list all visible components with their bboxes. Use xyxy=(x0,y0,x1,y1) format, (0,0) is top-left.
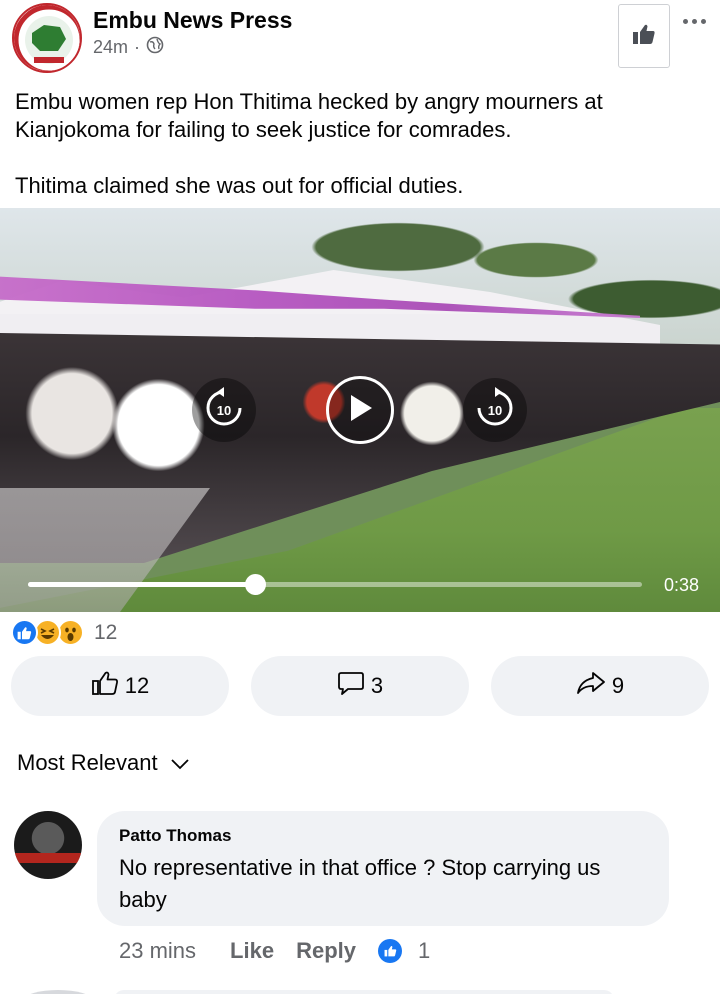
thumbs-up-outline-icon xyxy=(91,670,119,702)
comment-count: 3 xyxy=(370,673,384,698)
video-progress-bar[interactable] xyxy=(28,574,642,595)
comment-button[interactable]: 3 xyxy=(251,656,469,716)
rewind-seconds: 10 xyxy=(216,402,232,418)
like-reaction-icon xyxy=(11,619,38,646)
comment-meta: 23 mins Like Reply 1 xyxy=(119,938,430,964)
globe-icon xyxy=(146,36,164,59)
chevron-down-icon xyxy=(170,750,190,776)
page-avatar[interactable] xyxy=(12,3,82,73)
forward-seconds: 10 xyxy=(487,402,503,418)
play-button[interactable] xyxy=(326,376,394,444)
comment-bubble[interactable]: Patto Thomas No representative in that o… xyxy=(97,811,669,926)
video-progress-fill xyxy=(28,582,256,587)
meta-separator: · xyxy=(134,37,141,57)
video-time-remaining: 0:38 xyxy=(664,575,700,595)
share-arrow-icon xyxy=(576,671,606,701)
post-text-paragraph-2: Thitima claimed she was out for official… xyxy=(15,173,464,198)
like-button[interactable]: 12 xyxy=(11,656,229,716)
post-text: Embu women rep Hon Thitima hecked by ang… xyxy=(15,88,705,228)
rewind-10-button[interactable]: 10 xyxy=(192,378,256,442)
more-options-button[interactable] xyxy=(676,8,712,34)
like-count: 12 xyxy=(124,673,150,698)
video-player[interactable]: 10 10 0:38 xyxy=(0,208,720,612)
post-time[interactable]: 24m xyxy=(93,37,128,58)
comment-time: 23 mins xyxy=(119,938,197,963)
post-text-paragraph-1: Embu women rep Hon Thitima hecked by ang… xyxy=(15,89,603,142)
commenter-avatar[interactable] xyxy=(14,811,82,879)
comment-text: No representative in that office ? Stop … xyxy=(119,855,601,912)
share-count: 9 xyxy=(611,673,625,698)
page-name[interactable]: Embu News Press xyxy=(93,7,292,34)
thumbs-up-icon xyxy=(632,23,656,50)
comment-reaction-count[interactable]: 1 xyxy=(418,938,430,964)
sort-label: Most Relevant xyxy=(17,750,158,775)
next-comment-peek xyxy=(14,986,614,994)
share-button[interactable]: 9 xyxy=(491,656,709,716)
wow-reaction-icon xyxy=(57,619,84,646)
post-header: Embu News Press 24m · xyxy=(0,0,720,80)
post-meta: 24m · xyxy=(93,36,164,59)
haha-reaction-icon xyxy=(34,619,61,646)
comment-icon xyxy=(337,670,365,702)
comment-sort-dropdown[interactable]: Most Relevant xyxy=(17,750,190,776)
play-icon xyxy=(346,393,374,428)
forward-10-button[interactable]: 10 xyxy=(463,378,527,442)
like-page-button[interactable] xyxy=(618,4,670,68)
comment-author[interactable]: Patto Thomas xyxy=(119,826,647,846)
reactions-summary[interactable]: 12 xyxy=(11,619,117,646)
comment-reply-link[interactable]: Reply xyxy=(296,938,356,964)
reaction-count: 12 xyxy=(94,620,118,644)
comment-like-reaction-icon xyxy=(378,939,402,963)
comment-like-link[interactable]: Like xyxy=(230,938,274,964)
